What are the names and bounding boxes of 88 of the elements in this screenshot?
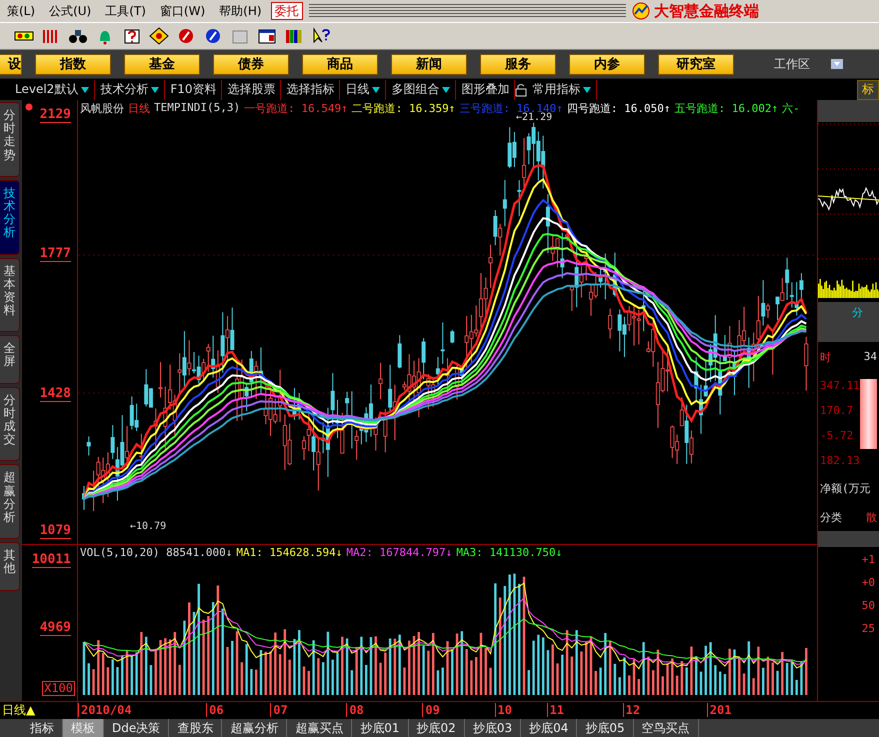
side-tab[interactable]: 分时成交 xyxy=(0,386,20,462)
axis-label: -5.72 xyxy=(820,429,854,442)
nav-button[interactable]: 服务 xyxy=(480,54,556,74)
books-icon[interactable] xyxy=(284,27,304,45)
menu-item[interactable]: 窗口(W) xyxy=(152,2,212,20)
lock-icon[interactable] xyxy=(515,82,528,96)
binoculars-icon[interactable] xyxy=(68,27,88,45)
panel-label: 分 xyxy=(852,304,863,320)
net-amount-label: 净额(万元 xyxy=(820,481,872,496)
axis-label: 4969 xyxy=(40,621,71,636)
scale-label: +0 xyxy=(862,576,875,589)
nav-button[interactable]: 商品 xyxy=(302,54,378,74)
help-pointer-icon[interactable] xyxy=(311,27,331,45)
nav-button[interactable]: 内参 xyxy=(569,54,645,74)
nav-button[interactable]: 设 xyxy=(0,54,22,74)
dropdown-icon[interactable] xyxy=(151,86,160,94)
high-price-note: ←21.29 xyxy=(516,112,552,123)
nav-button[interactable]: 新闻 xyxy=(391,54,467,74)
window-icon[interactable] xyxy=(257,27,277,45)
retail-label: 散 xyxy=(866,510,877,525)
date-label: 06 xyxy=(206,703,224,717)
side-tab[interactable]: 其他 xyxy=(0,542,20,590)
nav-button[interactable]: 研究室 xyxy=(658,54,734,74)
axis-label: 347.11 xyxy=(820,379,860,392)
low-price-note: ←10.79 xyxy=(130,521,166,532)
side-tab[interactable]: 超赢分析 xyxy=(0,464,20,540)
diamond-icon[interactable] xyxy=(149,27,169,45)
volume-label: VOL(5,10,20) 88541.000↓ xyxy=(80,546,232,559)
axis-label: 1777 xyxy=(40,247,71,262)
date-label: 07 xyxy=(270,703,288,717)
menu-item[interactable]: 工具(T) xyxy=(98,2,153,20)
workspace-label[interactable]: 工作区 xyxy=(774,56,810,72)
period-label: 日线 xyxy=(128,101,150,116)
axis-label: 170.7 xyxy=(820,404,854,417)
bar-value: 34 xyxy=(864,350,877,363)
menu-item[interactable]: 策(L) xyxy=(0,2,42,20)
menu-item[interactable]: 公式(U) xyxy=(42,2,98,20)
settings-icon[interactable] xyxy=(24,102,34,112)
dropdown-icon[interactable] xyxy=(583,86,592,94)
nav-button[interactable]: 债券 xyxy=(213,54,289,74)
axis-label: 2129 xyxy=(40,108,71,123)
coin-icon[interactable] xyxy=(176,27,196,45)
scale-label: 50 xyxy=(862,599,875,612)
indicator-value: 二号跑道: 16.359↑ xyxy=(352,101,456,116)
unit-label: X100 xyxy=(42,681,75,696)
indicator-value: 六- xyxy=(782,101,800,116)
indicator-value: 五号跑道: 16.002↑ xyxy=(674,101,778,116)
side-tab[interactable]: 全屏 xyxy=(0,335,20,384)
dropdown-icon[interactable] xyxy=(372,86,380,94)
side-tab[interactable]: 基本资料 xyxy=(0,258,20,332)
date-label: 201 xyxy=(706,703,732,717)
nav-button[interactable]: 指数 xyxy=(35,54,111,74)
category-label: 分类 xyxy=(820,510,842,525)
panel-label: 时 xyxy=(820,350,831,365)
date-label: 09 xyxy=(422,703,440,717)
date-label: 08 xyxy=(346,703,364,717)
order-button[interactable]: 委托 xyxy=(270,2,303,20)
moving-average-value: MA3: 141130.750↓ xyxy=(456,546,562,559)
panel-header-bar xyxy=(818,100,879,122)
panel-tab[interactable]: 标 xyxy=(857,80,879,100)
moving-average-value: MA2: 167844.797↓ xyxy=(346,546,452,559)
axis-label: 1079 xyxy=(40,524,71,539)
axis-label: 182.13 xyxy=(820,454,860,467)
axis-label: 1428 xyxy=(40,387,71,402)
dropdown-icon[interactable] xyxy=(442,86,450,94)
indicator-name: TEMPINDI(5,3) xyxy=(154,101,240,116)
panel-header-bar xyxy=(818,531,879,547)
app-title: 大智慧金融终端 xyxy=(654,2,759,20)
scale-label: +1 xyxy=(862,553,875,566)
indicator-value: 一号跑道: 16.549↑ xyxy=(244,101,348,116)
date-label: 12 xyxy=(622,703,640,717)
stock-name: 风帆股份 xyxy=(80,101,124,116)
side-tab[interactable]: 分时走势 xyxy=(0,102,20,177)
moving-average-value: MA1: 154628.594↓ xyxy=(236,546,342,559)
logo-icon xyxy=(632,2,650,20)
dropdown-icon[interactable] xyxy=(81,86,90,94)
nav-button[interactable]: 基金 xyxy=(124,54,200,74)
coin-icon[interactable] xyxy=(203,27,223,45)
date-label: 11 xyxy=(546,703,564,717)
net-flow-bar xyxy=(860,379,877,449)
question-icon[interactable] xyxy=(122,27,142,45)
side-tab[interactable]: 技术分析 xyxy=(0,180,20,254)
scale-label: 25 xyxy=(862,622,875,635)
indicator-value: 四号跑道: 16.050↑ xyxy=(566,101,671,116)
axis-label: 10011 xyxy=(32,553,71,568)
date-label: 10 xyxy=(494,703,512,717)
menu-item[interactable]: 帮助(H) xyxy=(212,2,269,20)
date-label: 2010/04 xyxy=(78,703,132,717)
